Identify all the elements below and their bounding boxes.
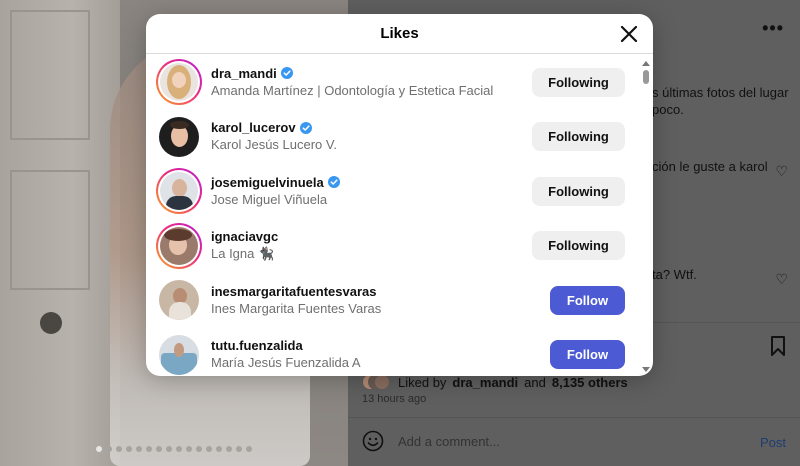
liked-by-prefix: Liked by xyxy=(398,374,447,390)
likes-modal: Likes dra_mandi Amanda Martínez | Odonto… xyxy=(146,14,653,376)
full-name: María Jesús Fuenzalida A xyxy=(211,355,361,371)
avatar[interactable] xyxy=(156,59,202,106)
caption-fragment: poco. xyxy=(652,102,684,117)
carousel-dot xyxy=(126,446,132,452)
scroll-thumb[interactable] xyxy=(643,70,649,84)
liked-by-avatars xyxy=(362,374,390,390)
username[interactable]: tutu.fuenzalida xyxy=(211,337,303,354)
list-item[interactable]: ignaciavgc La Igna 🐈‍⬛ Following xyxy=(146,219,639,274)
follow-button[interactable]: Follow xyxy=(550,340,625,370)
carousel-dot xyxy=(236,446,242,452)
username[interactable]: karol_lucerov xyxy=(211,119,296,136)
verified-badge-icon xyxy=(327,176,340,189)
carousel-dot xyxy=(196,446,202,452)
full-name: Ines Margarita Fuentes Varas xyxy=(211,300,382,316)
door-panel xyxy=(10,170,90,290)
follow-button[interactable]: Follow xyxy=(550,285,625,315)
comment-fragment: ta? Wtf. xyxy=(652,267,697,282)
modal-header: Likes xyxy=(146,14,653,54)
emoji-icon[interactable] xyxy=(362,430,384,452)
carousel-dot xyxy=(116,446,122,452)
close-icon[interactable] xyxy=(617,22,641,46)
carousel-dot xyxy=(106,446,112,452)
full-name: La Igna 🐈‍⬛ xyxy=(211,246,275,262)
carousel-dot xyxy=(96,446,102,452)
list-item[interactable]: josemiguelvinuela Jose Miguel Viñuela Fo… xyxy=(146,164,639,219)
full-name: Karol Jesús Lucero V. xyxy=(211,137,337,153)
comment-like-heart-icon[interactable]: ♡ xyxy=(775,271,788,288)
full-name: Jose Miguel Viñuela xyxy=(211,191,328,207)
scroll-down-arrow-icon[interactable] xyxy=(642,367,650,372)
post-timestamp[interactable]: 13 hours ago xyxy=(362,393,426,405)
avatar xyxy=(374,374,390,390)
liked-by-username[interactable]: dra_mandi xyxy=(452,375,518,390)
carousel-dot xyxy=(186,446,192,452)
liked-by-count[interactable]: 8,135 others xyxy=(552,375,628,390)
carousel-dot xyxy=(246,446,252,452)
avatar[interactable] xyxy=(156,114,202,160)
username[interactable]: ignaciavgc xyxy=(211,228,278,245)
comment-fragment: ción le guste a karol xyxy=(652,159,768,174)
comment-like-heart-icon[interactable]: ♡ xyxy=(775,163,788,180)
username[interactable]: josemiguelvinuela xyxy=(211,174,324,191)
liked-by-and: and xyxy=(524,374,546,390)
following-button[interactable]: Following xyxy=(532,176,625,206)
list-item[interactable]: karol_lucerov Karol Jesús Lucero V. Foll… xyxy=(146,110,639,165)
following-button[interactable]: Following xyxy=(532,122,625,152)
carousel-dot xyxy=(146,446,152,452)
avatar[interactable] xyxy=(156,222,202,269)
comment-input[interactable]: Add a comment... xyxy=(398,434,500,449)
more-options-icon[interactable]: ••• xyxy=(762,18,784,39)
photo-door xyxy=(0,0,120,466)
avatar[interactable] xyxy=(156,168,202,215)
username[interactable]: inesmargaritafuentesvaras xyxy=(211,283,376,300)
list-item[interactable]: dra_mandi Amanda Martínez | Odontología … xyxy=(146,55,639,110)
scroll-up-arrow-icon[interactable] xyxy=(642,61,650,66)
carousel-dot xyxy=(156,446,162,452)
likes-list[interactable]: dra_mandi Amanda Martínez | Odontología … xyxy=(146,55,639,376)
liked-by-summary[interactable]: Liked by dra_mandi and 8,135 others xyxy=(362,374,628,390)
modal-title: Likes xyxy=(380,25,419,42)
carousel-dot xyxy=(176,446,182,452)
avatar[interactable] xyxy=(156,277,202,323)
list-item[interactable]: tutu.fuenzalida María Jesús Fuenzalida A… xyxy=(146,328,639,377)
save-bookmark-icon[interactable] xyxy=(770,336,786,356)
username[interactable]: dra_mandi xyxy=(211,65,277,82)
carousel-dot xyxy=(166,446,172,452)
verified-badge-icon xyxy=(280,67,293,80)
divider xyxy=(348,417,800,418)
verified-badge-icon xyxy=(299,121,312,134)
following-button[interactable]: Following xyxy=(532,67,625,97)
carousel-dot xyxy=(206,446,212,452)
caption-fragment: s últimas fotos del lugar xyxy=(652,85,789,100)
following-button[interactable]: Following xyxy=(532,231,625,261)
avatar[interactable] xyxy=(156,332,202,376)
door-panel xyxy=(10,10,90,140)
carousel-dots xyxy=(96,446,252,452)
comment-composer: Add a comment... xyxy=(362,430,500,452)
scrollbar[interactable] xyxy=(639,55,653,376)
carousel-dot xyxy=(216,446,222,452)
carousel-dot xyxy=(136,446,142,452)
post-comment-button[interactable]: Post xyxy=(760,435,786,450)
list-item[interactable]: inesmargaritafuentesvaras Ines Margarita… xyxy=(146,273,639,328)
door-knob xyxy=(40,312,62,334)
carousel-dot xyxy=(226,446,232,452)
full-name: Amanda Martínez | Odontología y Estetica… xyxy=(211,82,494,98)
